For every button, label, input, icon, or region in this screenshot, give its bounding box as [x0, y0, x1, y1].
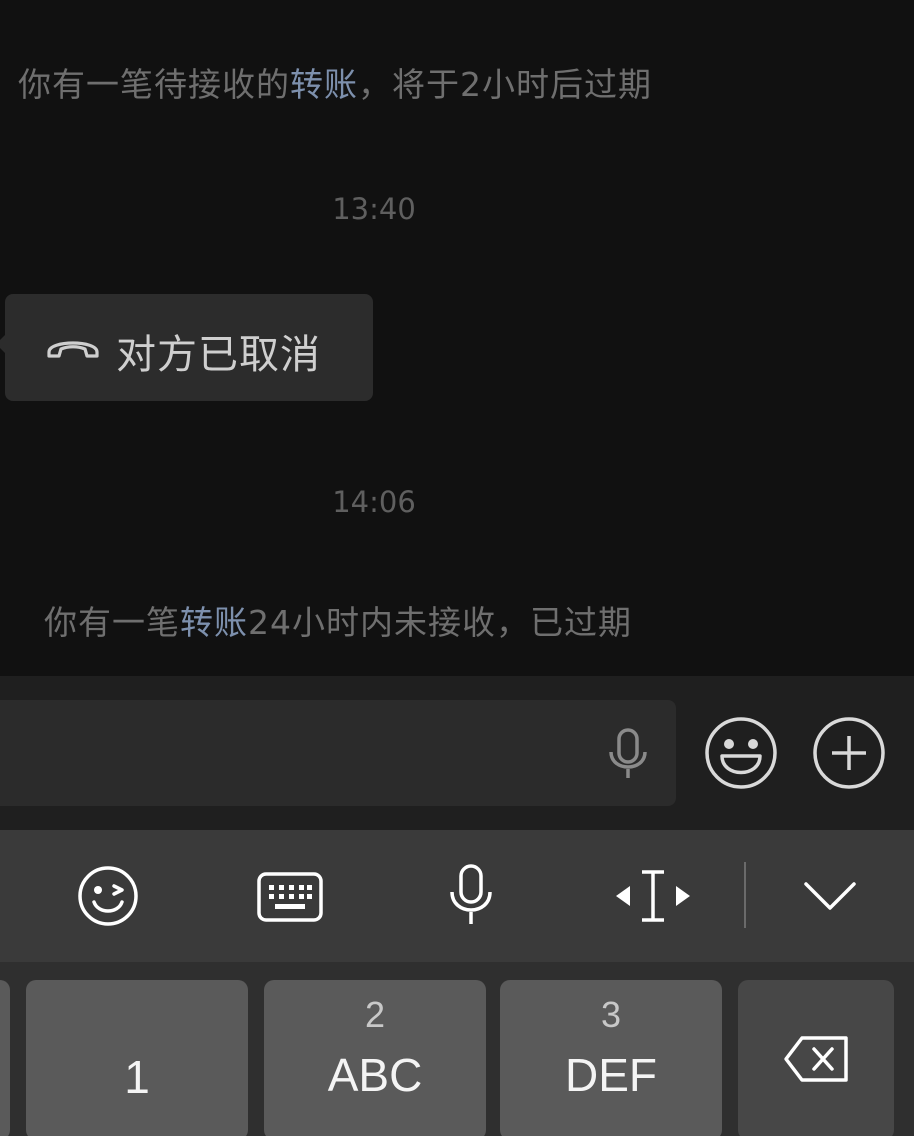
system-message-transfer-pending: 你有一笔待接收的转账，将于2小时后过期 — [18, 58, 652, 106]
key-main-label: ABC — [327, 1049, 423, 1101]
transfer-link[interactable]: 转账 — [290, 65, 358, 104]
key-3-def[interactable]: 3 DEF — [500, 980, 722, 1136]
voice-mic-icon[interactable] — [606, 728, 650, 780]
cursor-move-icon[interactable] — [612, 862, 694, 930]
backspace-icon — [784, 1036, 848, 1082]
system-message-suffix: ，将于2小时后过期 — [358, 65, 652, 104]
partial-key[interactable] — [0, 980, 10, 1136]
chat-message-area[interactable]: 你有一笔待接收的转账，将于2小时后过期 13:40 对方已取消 14:06 你有… — [0, 0, 914, 676]
system-message-prefix: 你有一笔 — [44, 603, 180, 642]
plus-icon[interactable] — [812, 716, 886, 790]
system-message-prefix: 你有一笔待接收的 — [18, 65, 290, 104]
key-top-label: 2 — [364, 994, 386, 1035]
key-2-abc[interactable]: 2 ABC — [264, 980, 486, 1136]
key-top-label: 3 — [600, 994, 622, 1035]
toolbar-divider — [744, 862, 746, 928]
key-1[interactable]: 1 — [26, 980, 248, 1136]
delete-key[interactable] — [738, 980, 894, 1136]
message-timestamp: 13:40 — [332, 192, 416, 226]
mic-icon[interactable] — [446, 862, 496, 930]
keyboard-toolbar — [0, 830, 914, 962]
message-input-bar — [0, 676, 914, 830]
message-timestamp: 14:06 — [332, 485, 416, 519]
system-message-transfer-expired: 你有一笔转账24小时内未接收，已过期 — [44, 596, 632, 644]
key-main-label: DEF — [565, 1049, 657, 1101]
numeric-keypad: 1 2 ABC 3 DEF — [0, 962, 914, 1136]
hang-up-phone-icon — [47, 341, 99, 358]
wechat-chat-screen: 你有一笔待接收的转账，将于2小时后过期 13:40 对方已取消 14:06 你有… — [0, 0, 914, 1136]
emoji-wink-icon[interactable] — [76, 862, 140, 930]
transfer-link[interactable]: 转账 — [180, 603, 248, 642]
system-message-suffix: 24小时内未接收，已过期 — [248, 603, 632, 642]
key-main-label: 1 — [124, 1051, 150, 1103]
collapse-chevron-icon[interactable] — [800, 862, 860, 930]
call-cancelled-bubble[interactable]: 对方已取消 — [0, 294, 373, 401]
message-text-input[interactable] — [0, 700, 676, 806]
emoji-icon[interactable] — [704, 716, 778, 790]
keyboard-icon[interactable] — [255, 862, 325, 930]
call-status-text: 对方已取消 — [116, 332, 321, 378]
